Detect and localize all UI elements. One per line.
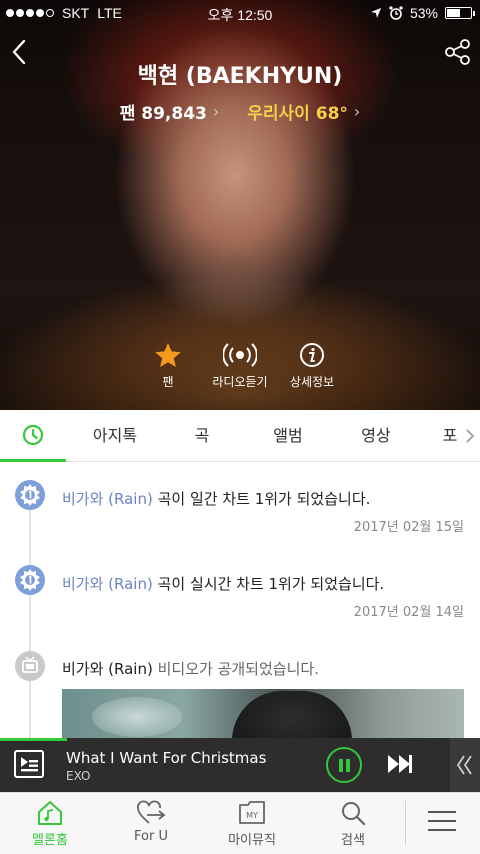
feed-date: 2017년 02월 15일 [353, 520, 464, 535]
timeline-line [29, 492, 31, 738]
fan-count-link[interactable]: 팬 89,843 › [120, 99, 220, 124]
chevron-right-icon: › [212, 102, 220, 121]
feed-message-text: 곡이 일간 차트 1위가 되었습니다. [152, 490, 371, 508]
nav-search[interactable]: 검색 [313, 799, 393, 848]
mini-player[interactable]: What I Want For Christmas EXO [0, 738, 480, 792]
chart-medal-icon [15, 565, 45, 595]
fan-button-label: 팬 [162, 375, 174, 389]
next-track-icon[interactable] [386, 752, 414, 776]
tab-azitalk[interactable]: 아지톡 [80, 410, 150, 462]
alarm-icon [389, 6, 403, 20]
artist-stats: 팬 89,843 › 우리사이 68° › [0, 99, 480, 124]
artist-tabs: 아지톡 곡 앨범 영상 포 [0, 410, 480, 462]
nav-label: 마이뮤직 [228, 833, 276, 848]
info-button-label: 상세정보 [289, 375, 335, 389]
tv-icon [15, 651, 45, 681]
feed-message: 비가와 (Rain) 곡이 일간 차트 1위가 되었습니다. [62, 488, 370, 509]
chart-medal-icon [15, 480, 45, 510]
search-icon [342, 802, 366, 826]
clock-icon [22, 424, 44, 446]
thumbnail-highlight [92, 697, 182, 737]
nav-my-music[interactable]: MY 마이뮤직 [212, 799, 292, 848]
nav-for-u[interactable]: For U [111, 799, 191, 844]
status-right: 53% [370, 5, 475, 21]
info-icon [300, 343, 324, 367]
double-chevron-left-icon [456, 755, 472, 775]
heart-link-icon [137, 800, 166, 824]
pause-icon[interactable] [326, 747, 362, 783]
battery-icon [445, 7, 475, 19]
feed-message: 비가와 (Rain) 비디오가 공개되었습니다. [62, 658, 319, 679]
feed-message-text: 곡이 실시간 차트 1위가 되었습니다. [152, 575, 385, 593]
my-music-icon: MY [239, 801, 265, 824]
artist-hero: SKT LTE 오후 12:50 53% 백현 (BAEKHYUN) 팬 89,… [0, 0, 480, 410]
player-collapse-button[interactable] [450, 738, 480, 792]
nav-divider [405, 801, 406, 845]
fan-count: 팬 89,843 [119, 104, 207, 124]
playback-progress[interactable] [0, 738, 68, 741]
home-music-icon [38, 801, 62, 825]
chevron-right-icon: › [353, 102, 361, 121]
feed-date: 2017년 02월 14일 [353, 605, 464, 620]
battery-percent: 53% [409, 5, 438, 21]
info-button[interactable]: 상세정보 [267, 342, 357, 390]
activity-feed: 비가와 (Rain) 곡이 일간 차트 1위가 되었습니다. 2017년 02월… [0, 462, 480, 738]
tab-recent[interactable] [0, 410, 66, 462]
tab-videos[interactable]: 영상 [344, 410, 408, 462]
nav-label: 멜론홈 [32, 833, 68, 848]
song-link[interactable]: 비가와 (Rain) [62, 575, 153, 593]
star-icon [155, 343, 181, 367]
tab-albums[interactable]: 앨범 [256, 410, 320, 462]
nav-label: For U [134, 829, 168, 844]
thumbnail-figure [232, 691, 352, 738]
playlist-icon[interactable] [14, 750, 44, 778]
tab-photos[interactable]: 포 [438, 410, 462, 462]
bottom-navigation: 멜론홈 For U MY 마이뮤직 검색 [0, 792, 480, 854]
bond-degree-link[interactable]: 우리사이 68° › [247, 99, 360, 124]
nav-label: 검색 [341, 833, 365, 848]
nav-melon-home[interactable]: 멜론홈 [10, 799, 90, 848]
svg-text:MY: MY [246, 811, 258, 820]
artist-name: 백현 (BAEKHYUN) [137, 64, 343, 89]
now-playing-artist: EXO [66, 769, 91, 783]
now-playing-title[interactable]: What I Want For Christmas [66, 749, 266, 767]
feed-message: 비가와 (Rain) 곡이 실시간 차트 1위가 되었습니다. [62, 573, 384, 594]
bond-degree: 우리사이 68° [247, 104, 348, 124]
video-link[interactable]: 비가와 (Rain) [62, 660, 153, 678]
location-icon [370, 8, 381, 18]
tab-songs[interactable]: 곡 [172, 410, 232, 462]
song-link[interactable]: 비가와 (Rain) [62, 490, 153, 508]
radio-icon [223, 343, 257, 367]
menu-icon[interactable] [428, 811, 456, 835]
video-thumbnail[interactable] [62, 689, 464, 738]
status-bar: SKT LTE 오후 12:50 53% [0, 0, 480, 26]
radio-button-label: 라디오듣기 [212, 375, 268, 389]
chevron-right-icon[interactable] [464, 428, 476, 444]
feed-message-text: 비디오가 공개되었습니다. [152, 660, 319, 678]
